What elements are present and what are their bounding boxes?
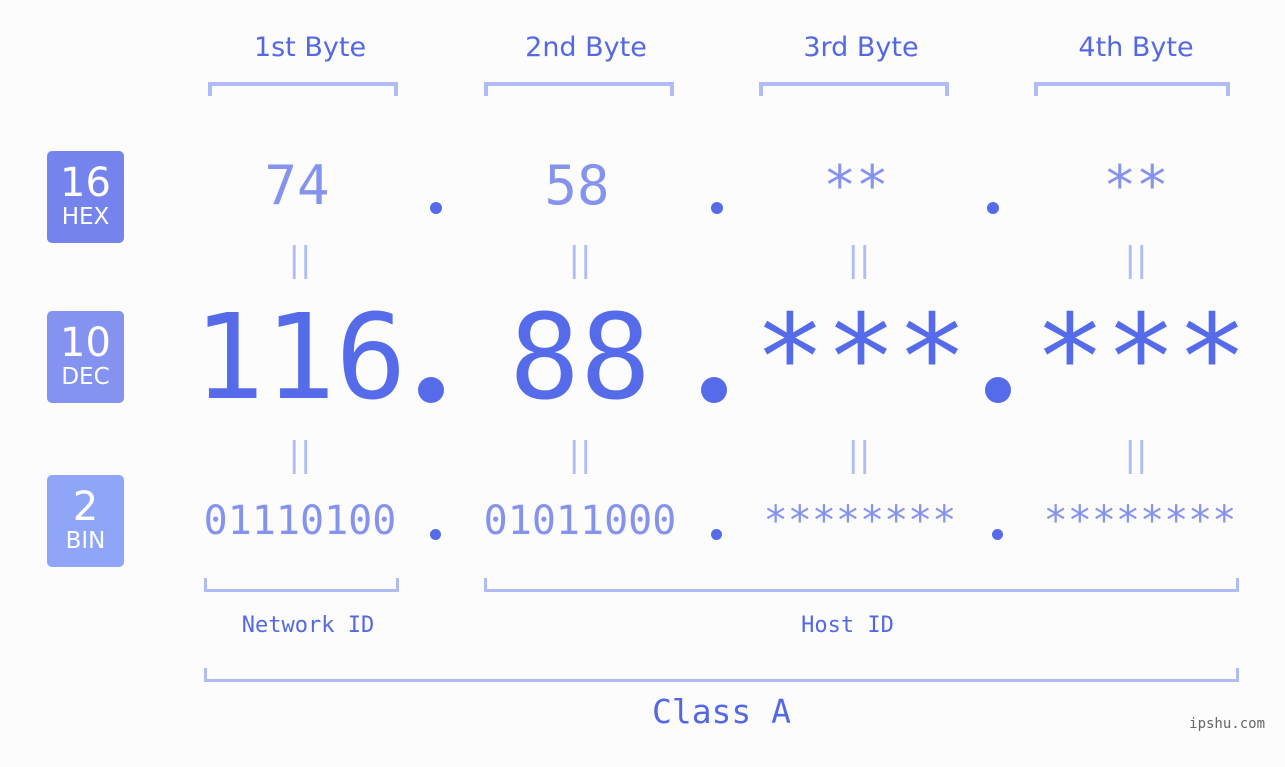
hex-base-label: HEX (61, 204, 110, 230)
network-id-label: Network ID (241, 613, 375, 638)
bin-byte-2: 01011000 (483, 498, 677, 544)
class-bracket (204, 668, 1239, 682)
hex-dot-1 (430, 202, 442, 214)
hex-byte-3: ** (823, 154, 889, 217)
equals-dec-bin-4: || (1124, 435, 1148, 475)
watermark: ipshu.com (1189, 716, 1265, 732)
bin-base-number: 2 (72, 484, 99, 530)
equals-dec-bin-3: || (847, 435, 871, 475)
bin-base-label: BIN (65, 528, 106, 554)
dec-dot-3 (985, 377, 1011, 403)
equals-hex-dec-1: || (288, 240, 312, 280)
bin-dot-3 (992, 529, 1003, 540)
equals-dec-bin-2: || (568, 435, 592, 475)
hex-badge: 16 HEX (47, 151, 124, 243)
equals-dec-bin-1: || (288, 435, 312, 475)
bin-dot-2 (711, 529, 722, 540)
dec-badge: 10 DEC (47, 311, 124, 403)
equals-hex-dec-3: || (847, 240, 871, 280)
dec-dot-1 (418, 377, 444, 403)
dec-base-label: DEC (61, 364, 110, 390)
dec-dot-2 (701, 377, 727, 403)
byte-bracket-2 (484, 82, 674, 96)
bin-badge: 2 BIN (47, 475, 124, 567)
class-label: Class A (651, 692, 792, 731)
byte-header-1: 1st Byte (253, 32, 367, 63)
hex-dot-2 (711, 202, 723, 214)
dec-base-number: 10 (60, 320, 111, 366)
dec-byte-2: 88 (508, 288, 652, 426)
bin-byte-4: ******** (1043, 498, 1237, 544)
hex-base-number: 16 (60, 160, 111, 206)
byte-bracket-3 (759, 82, 949, 96)
bin-byte-3: ******** (763, 498, 957, 544)
byte-header-4: 4th Byte (1078, 32, 1194, 63)
dec-byte-3: *** (754, 288, 968, 426)
hex-byte-2: 58 (544, 154, 610, 217)
byte-header-2: 2nd Byte (525, 32, 647, 63)
equals-hex-dec-4: || (1124, 240, 1148, 280)
bin-byte-1: 01110100 (203, 498, 397, 544)
byte-bracket-4 (1034, 82, 1230, 96)
bin-dot-1 (430, 529, 441, 540)
dec-byte-1: 116 (193, 288, 407, 426)
byte-header-3: 3rd Byte (803, 32, 919, 63)
host-id-label: Host ID (801, 613, 894, 638)
equals-hex-dec-2: || (568, 240, 592, 280)
hex-byte-1: 74 (264, 154, 330, 217)
hex-byte-4: ** (1103, 154, 1169, 217)
host-id-bracket (484, 578, 1239, 592)
network-id-bracket (204, 578, 399, 592)
byte-bracket-1 (208, 82, 398, 96)
hex-dot-3 (987, 202, 999, 214)
dec-byte-4: *** (1034, 288, 1248, 426)
